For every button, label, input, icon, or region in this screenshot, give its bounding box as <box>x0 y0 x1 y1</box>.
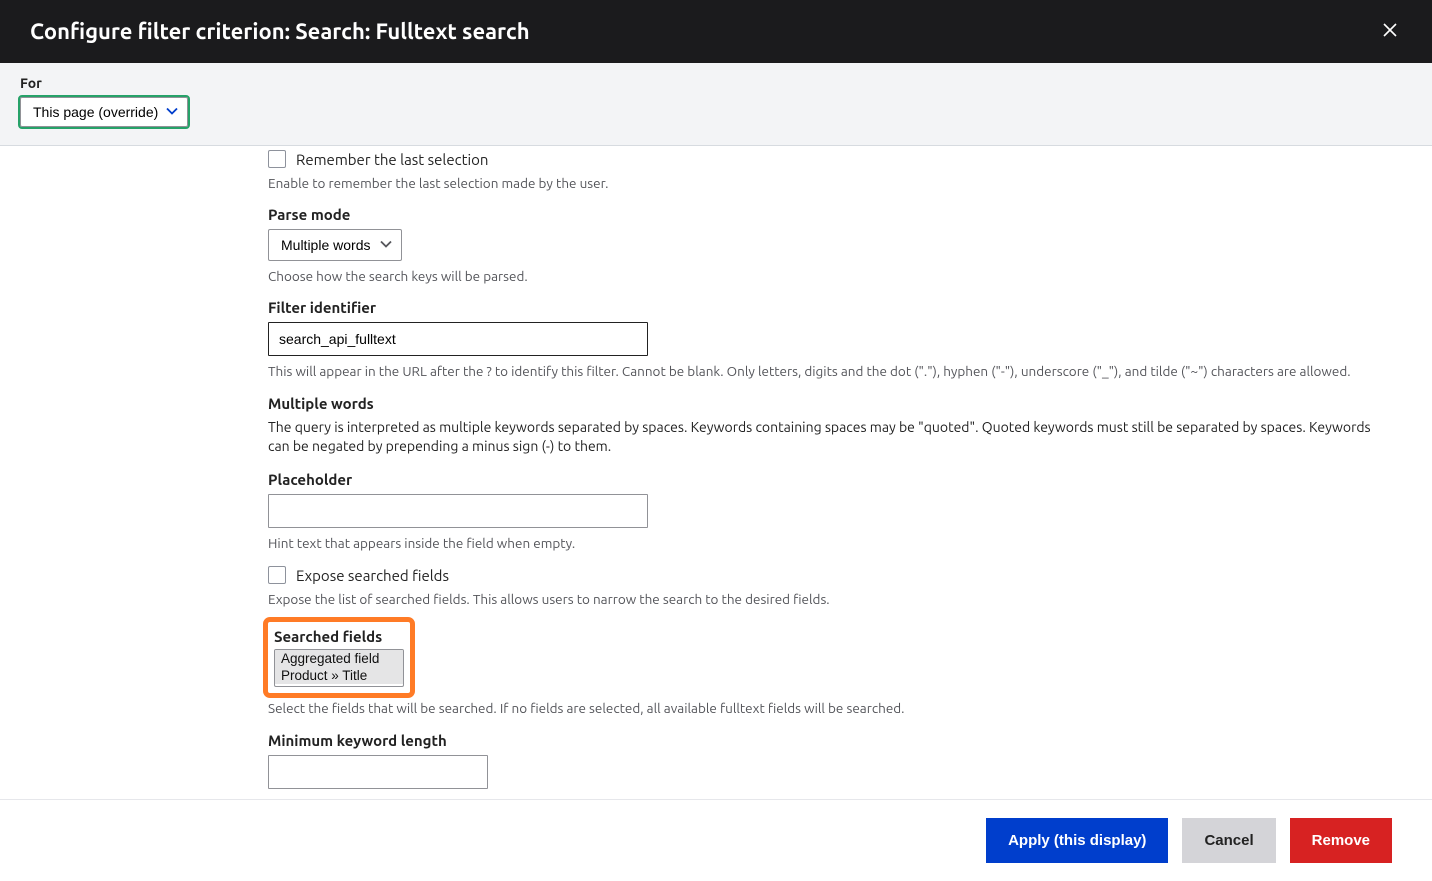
filter-identifier-field: Filter identifier This will appear in th… <box>268 299 1372 380</box>
for-select[interactable]: This page (override) <box>20 97 188 127</box>
minimum-keyword-length-label: Minimum keyword length <box>268 732 1372 749</box>
form-body: Remember the last selection Enable to re… <box>0 150 1432 799</box>
parse-mode-select[interactable]: Multiple words <box>268 229 402 261</box>
multiple-words-heading: Multiple words <box>268 395 1372 412</box>
parse-mode-label: Parse mode <box>268 206 1372 223</box>
expose-searched-fields-desc: Expose the list of searched fields. This… <box>268 590 1372 608</box>
parse-mode-field: Parse mode Multiple words Choose how the… <box>268 206 1372 285</box>
minimum-keyword-length-input[interactable] <box>268 755 488 789</box>
parse-mode-desc: Choose how the search keys will be parse… <box>268 267 1372 285</box>
remember-selection-checkbox[interactable] <box>268 150 286 168</box>
close-icon <box>1382 26 1398 41</box>
remove-button[interactable]: Remove <box>1290 818 1392 863</box>
searched-fields-field: Searched fields Aggregated field Product… <box>268 622 1372 717</box>
placeholder-label: Placeholder <box>268 471 1372 488</box>
searched-fields-desc: Select the fields that will be searched.… <box>268 699 1372 717</box>
for-bar: For This page (override) <box>0 63 1432 146</box>
minimum-keyword-length-field: Minimum keyword length <box>268 732 1372 789</box>
configure-filter-modal: Configure filter criterion: Search: Full… <box>0 0 1432 881</box>
filter-identifier-label: Filter identifier <box>268 299 1372 316</box>
modal-title: Configure filter criterion: Search: Full… <box>30 19 530 44</box>
multiple-words-body: The query is interpreted as multiple key… <box>268 418 1372 457</box>
for-label: For <box>20 75 1412 91</box>
searched-fields-select[interactable]: Aggregated field Product » Title <box>274 649 404 687</box>
modal-header: Configure filter criterion: Search: Full… <box>0 0 1432 63</box>
for-select-wrap: This page (override) <box>20 97 188 127</box>
placeholder-field: Placeholder Hint text that appears insid… <box>268 471 1372 552</box>
modal-footer: Apply (this display) Cancel Remove <box>0 799 1432 881</box>
searched-fields-option[interactable]: Aggregated field <box>275 650 403 667</box>
apply-button[interactable]: Apply (this display) <box>986 818 1168 863</box>
searched-fields-option[interactable]: Product » Title <box>275 667 403 684</box>
remember-selection-label: Remember the last selection <box>296 151 488 168</box>
expose-searched-fields-label: Expose searched fields <box>296 567 449 584</box>
cancel-button[interactable]: Cancel <box>1182 818 1275 863</box>
placeholder-desc: Hint text that appears inside the field … <box>268 534 1372 552</box>
close-button[interactable] <box>1378 18 1402 45</box>
form-scroll-area[interactable]: Remember the last selection Enable to re… <box>0 146 1432 799</box>
expose-searched-fields-field: Expose searched fields Expose the list o… <box>268 566 1372 608</box>
multiple-words-section: Multiple words The query is interpreted … <box>268 395 1372 457</box>
remember-selection-desc: Enable to remember the last selection ma… <box>268 174 1372 192</box>
remember-selection-field: Remember the last selection Enable to re… <box>268 150 1372 192</box>
filter-identifier-desc: This will appear in the URL after the ? … <box>268 362 1372 380</box>
searched-fields-highlight: Searched fields Aggregated field Product… <box>268 622 410 693</box>
placeholder-input[interactable] <box>268 494 648 528</box>
filter-identifier-input[interactable] <box>268 322 648 356</box>
searched-fields-label: Searched fields <box>274 628 404 645</box>
expose-searched-fields-checkbox[interactable] <box>268 566 286 584</box>
